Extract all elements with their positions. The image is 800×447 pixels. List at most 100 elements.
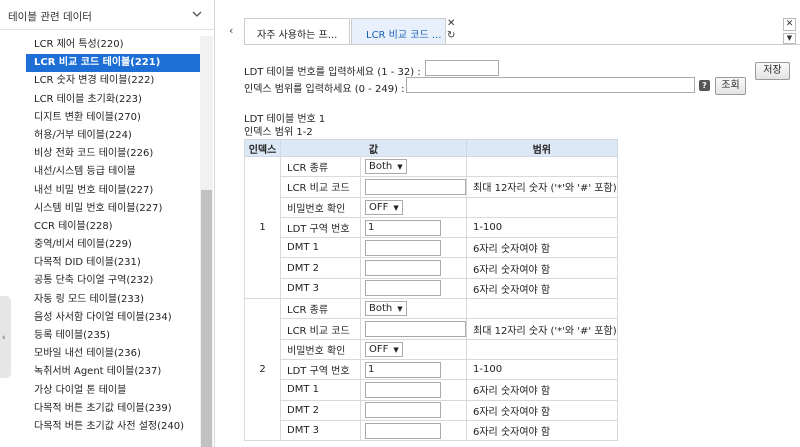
field-value-cell: 1: [360, 216, 467, 239]
row-index: 1: [244, 155, 281, 300]
chevron-down-icon[interactable]: [191, 8, 203, 20]
sidebar-item[interactable]: 자동 링 모드 테이블(233): [0, 291, 200, 309]
field-input[interactable]: [365, 178, 466, 195]
sidebar-list: LCR 제어 특성(220) LCR 비교 코드 테이블(221) LCR 숫자 변…: [0, 36, 200, 436]
sidebar-item[interactable]: 비상 전화 코드 테이블(226): [0, 145, 200, 163]
field-input[interactable]: [365, 321, 466, 338]
field-value-cell: [360, 419, 467, 442]
sidebar-item[interactable]: 디지트 변환 테이블(270): [0, 109, 200, 127]
field-value-cell: [360, 399, 467, 421]
field-name: LCR 종류: [280, 155, 361, 178]
header-value: 값: [280, 139, 467, 157]
sidebar-scrollbar-thumb[interactable]: [201, 190, 212, 447]
field-select-value: OFF: [369, 201, 389, 213]
field-range: 6자리 숫자여야 함: [466, 399, 618, 421]
field-range: 6자리 숫자여야 함: [466, 257, 618, 279]
field-value-cell: [360, 257, 467, 279]
tab-lcr-compare-code[interactable]: LCR 비교 코드 ...: [351, 18, 446, 44]
field-range: 1-100: [466, 358, 618, 381]
sidebar-item[interactable]: 녹취서버 Agent 테이블(237): [0, 363, 200, 381]
field-select[interactable]: OFF ▼: [365, 199, 403, 215]
sidebar-item[interactable]: 다목적 버튼 초기값 테이블(239): [0, 400, 200, 418]
ldt-table-input[interactable]: [425, 60, 499, 76]
field-input[interactable]: [365, 422, 441, 439]
sidebar: 테이블 관련 데이터 LCR 제어 특성(220) LCR 비교 코드 테이블(2…: [0, 0, 215, 447]
caret-down-icon: ▼: [393, 203, 399, 212]
tab-favorites[interactable]: 자주 사용하는 프...: [244, 18, 350, 44]
field-input[interactable]: 1: [365, 219, 441, 236]
field-input[interactable]: [365, 381, 441, 398]
tab-scroll-left-icon[interactable]: ‹: [229, 24, 233, 37]
field-name: LDT 구역 번호: [280, 216, 361, 239]
help-icon[interactable]: ?: [699, 80, 710, 91]
field-input[interactable]: [365, 280, 441, 297]
sidebar-item[interactable]: 중역/비서 테이블(229): [0, 236, 200, 254]
search-button[interactable]: 조회: [715, 77, 746, 95]
field-input[interactable]: [365, 402, 441, 419]
sidebar-header[interactable]: 테이블 관련 데이터: [0, 0, 214, 30]
sidebar-item[interactable]: 허용/거부 테이블(224): [0, 127, 200, 145]
ldt-table-label: LDT 테이블 번호를 입력하세요 (1 - 32) :: [244, 67, 421, 78]
index-info: 인덱스 범위 1-2: [244, 127, 313, 138]
sidebar-item[interactable]: 모바일 내선 테이블(236): [0, 345, 200, 363]
sidebar-item[interactable]: 다목적 DID 테이블(231): [0, 254, 200, 272]
field-range: [466, 338, 618, 360]
sidebar-item[interactable]: CCR 테이블(228): [0, 218, 200, 236]
field-select[interactable]: OFF ▼: [365, 341, 403, 357]
tab-label: 자주 사용하는 프...: [257, 30, 338, 41]
table-header-row: 인덱스 값 범위: [244, 139, 618, 157]
field-select-value: OFF: [369, 343, 389, 355]
table-row: DMT 3 6자리 숫자여야 함: [245, 277, 618, 300]
sidebar-item[interactable]: 시스템 비밀 번호 테이블(227): [0, 200, 200, 218]
index-range-label: 인덱스 범위를 입력하세요 (0 - 249) :: [244, 84, 405, 95]
table-row: 1 LCR 종류 Both ▼: [244, 155, 618, 300]
field-input[interactable]: 1: [365, 361, 441, 378]
field-name: DMT 2: [280, 257, 361, 279]
field-value-cell: OFF ▼: [360, 196, 467, 218]
sidebar-item[interactable]: 다목적 버튼 초기값 사전 설정(240): [0, 418, 200, 436]
field-select-value: Both: [369, 161, 393, 173]
sidebar-item[interactable]: 가상 다이얼 톤 테이블: [0, 382, 200, 400]
lcr-compare-table: 인덱스 값 범위 1 LCR 종류 Both ▼ LCR 비교 코드 최대 12자리 숫자…: [244, 139, 618, 442]
field-range: 6자리 숫자여야 함: [466, 277, 618, 300]
sidebar-item[interactable]: 등록 테이블(235): [0, 327, 200, 345]
field-range: [466, 196, 618, 218]
table-row: DMT 2 6자리 숫자여야 함: [245, 399, 618, 421]
table-row: LDT 구역 번호 1 1-100: [245, 358, 618, 381]
field-input[interactable]: [365, 239, 441, 256]
field-value-cell: [360, 237, 467, 259]
sidebar-item[interactable]: 내선 비밀 번호 테이블(227): [0, 182, 200, 200]
close-icon[interactable]: ✕: [447, 19, 457, 29]
sidebar-title: 테이블 관련 데이터: [8, 11, 92, 23]
field-name: DMT 3: [280, 277, 361, 300]
field-value-cell: 1: [360, 358, 467, 381]
field-value-cell: [360, 318, 467, 340]
sidebar-item[interactable]: LCR 테이블 초기화(223): [0, 91, 200, 109]
sidebar-item[interactable]: 내선/시스템 등급 테이블: [0, 163, 200, 181]
field-select[interactable]: Both ▼: [365, 159, 407, 175]
field-select-value: Both: [369, 303, 393, 315]
table-row: DMT 2 6자리 숫자여야 함: [245, 257, 618, 279]
chevron-down-icon[interactable]: ▼: [783, 33, 796, 44]
sidebar-item[interactable]: LCR 비교 코드 테이블(221): [26, 54, 200, 73]
sidebar-item[interactable]: 공통 단축 다이얼 구역(232): [0, 272, 200, 290]
refresh-icon[interactable]: ↻: [447, 31, 457, 41]
close-all-icon[interactable]: ✕: [783, 18, 796, 31]
field-name: 비밀번호 확인: [280, 338, 361, 360]
field-range: 1-100: [466, 216, 618, 239]
table-row: 비밀번호 확인 OFF ▼: [245, 196, 618, 218]
chevron-left-icon[interactable]: ‹: [2, 333, 6, 343]
field-name: LCR 종류: [280, 298, 361, 320]
table-row: LCR 비교 코드 최대 12자리 숫자 ('*'와 '#' 포함): [245, 318, 618, 340]
sidebar-item[interactable]: LCR 제어 특성(220): [0, 36, 200, 54]
sidebar-item[interactable]: 음성 사서함 다이얼 테이블(234): [0, 309, 200, 327]
field-input[interactable]: [365, 260, 441, 277]
index-range-input[interactable]: [406, 77, 695, 93]
sidebar-item[interactable]: LCR 숫자 변경 테이블(222): [0, 72, 200, 90]
field-value-cell: [360, 379, 467, 401]
field-range: 6자리 숫자여야 함: [466, 419, 618, 442]
table-row: LCR 비교 코드 최대 12자리 숫자 ('*'와 '#' 포함): [245, 176, 618, 198]
table-row: LDT 구역 번호 1 1-100: [245, 216, 618, 239]
field-select[interactable]: Both ▼: [365, 301, 407, 317]
save-button[interactable]: 저장: [755, 62, 790, 80]
